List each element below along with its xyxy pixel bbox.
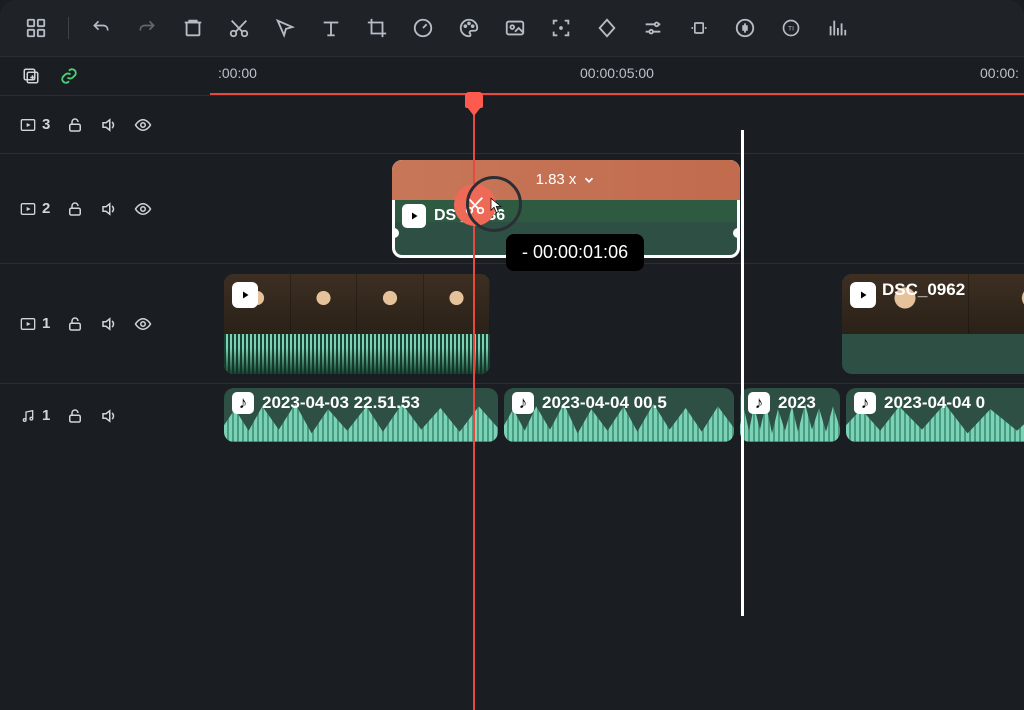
clip-speed-label: 1.83 x (536, 171, 577, 188)
toolbar: TI (0, 0, 1024, 57)
crop-icon[interactable] (363, 14, 391, 42)
secondary-marker[interactable] (741, 130, 744, 616)
track-header-controls (0, 67, 210, 85)
volume-icon[interactable] (100, 200, 118, 218)
volume-icon[interactable] (100, 315, 118, 333)
svg-text:TI: TI (788, 26, 794, 33)
trim-tooltip: - 00:00:01:06 (506, 234, 644, 271)
ruler-tick-0: :00:00 (218, 65, 257, 81)
track-controls-v2: 2 (0, 200, 210, 218)
ruler-tick-right: 00:00: (980, 65, 1019, 81)
audio-clip[interactable]: ♪ 2023 (740, 388, 840, 442)
keyframe-icon[interactable] (593, 14, 621, 42)
track-v1: 1 DSC_0962 (0, 263, 1024, 383)
clip-v1-b[interactable]: DSC_0962 (842, 274, 1024, 374)
visibility-icon[interactable] (134, 315, 152, 333)
clip-title: DSC_0962 (882, 280, 965, 300)
audio-clip-label: 2023 (778, 393, 816, 413)
lane-v2[interactable]: 1.83 x DS _1036 (210, 154, 1024, 264)
volume-icon[interactable] (100, 116, 118, 134)
undo-icon[interactable] (87, 14, 115, 42)
fit-width-icon[interactable] (685, 14, 713, 42)
redo-icon[interactable] (133, 14, 161, 42)
track-v3: 3 (0, 95, 1024, 153)
add-media-icon[interactable] (22, 67, 40, 85)
trash-icon[interactable] (179, 14, 207, 42)
pointer-icon[interactable] (271, 14, 299, 42)
lock-icon[interactable] (66, 116, 84, 134)
play-icon (232, 282, 258, 308)
lane-a1[interactable]: ♪ 2023-04-03 22.51.53 ♪ 2023-04-04 00.5 ♪ 2… (210, 384, 1024, 448)
ruler-tick-5: 00:00:05:00 (580, 65, 654, 81)
focus-icon[interactable] (547, 14, 575, 42)
visibility-icon[interactable] (134, 116, 152, 134)
track-type-video-icon: 2 (20, 200, 50, 217)
audio-wave-icon[interactable] (731, 14, 759, 42)
palette-icon[interactable] (455, 14, 483, 42)
audio-clip-label: 2023-04-04 0 (884, 393, 985, 413)
lock-icon[interactable] (66, 407, 84, 425)
captions-icon[interactable]: TI (777, 14, 805, 42)
clip-thumbnails (224, 274, 490, 334)
clip-handle-left[interactable] (392, 228, 399, 238)
cursor-arrow-icon (488, 194, 506, 216)
track-type-video-icon: 3 (20, 116, 50, 133)
track-controls-a1: 1 (0, 407, 210, 425)
ruler-area[interactable]: :00:00 00:00:05:00 00:00: (210, 57, 1024, 95)
audio-clip-label: 2023-04-04 00.5 (542, 393, 667, 413)
audio-clip[interactable]: ♪ 2023-04-04 00.5 (504, 388, 734, 442)
clip-v1-a[interactable] (224, 274, 490, 374)
track-type-audio-icon: 1 (20, 407, 50, 424)
play-icon (850, 282, 876, 308)
clip-waveform (224, 334, 490, 374)
music-icon: ♪ (854, 392, 876, 414)
clip-speed-bar[interactable]: 1.83 x (392, 160, 740, 200)
lane-v1[interactable]: DSC_0962 (210, 264, 1024, 384)
divider (68, 17, 69, 39)
audio-clip[interactable]: ♪ 2023-04-04 0 (846, 388, 1024, 442)
track-type-video-icon: 1 (20, 315, 50, 332)
music-icon: ♪ (748, 392, 770, 414)
audio-clip[interactable]: ♪ 2023-04-03 22.51.53 (224, 388, 498, 442)
play-icon (402, 204, 426, 228)
track-label: 3 (42, 116, 50, 133)
track-controls-v1: 1 (0, 315, 210, 333)
audio-clip-label: 2023-04-03 22.51.53 (262, 393, 420, 413)
equalizer-icon[interactable] (823, 14, 851, 42)
track-controls-v3: 3 (0, 116, 210, 134)
tracks-area: 3 2 1.83 x (0, 95, 1024, 447)
chevron-down-icon (582, 173, 596, 187)
track-v2: 2 1.83 x (0, 153, 1024, 263)
track-a1: 1 ♪ 2023-04-03 22.51.53 ♪ 2023-04-04 00.5 … (0, 383, 1024, 447)
clip-handle-right[interactable] (733, 228, 740, 238)
cut-icon[interactable] (225, 14, 253, 42)
speed-icon[interactable] (409, 14, 437, 42)
track-label: 2 (42, 200, 50, 217)
track-label: 1 (42, 315, 50, 332)
grid-icon[interactable] (22, 14, 50, 42)
sliders-icon[interactable] (639, 14, 667, 42)
timeline-ruler[interactable]: :00:00 00:00:05:00 00:00: (0, 57, 1024, 95)
visibility-icon[interactable] (134, 200, 152, 218)
link-icon[interactable] (60, 67, 78, 85)
lane-v3[interactable] (210, 96, 1024, 154)
lock-icon[interactable] (66, 315, 84, 333)
image-adjust-icon[interactable] (501, 14, 529, 42)
music-icon: ♪ (232, 392, 254, 414)
text-icon[interactable] (317, 14, 345, 42)
music-icon: ♪ (512, 392, 534, 414)
lock-icon[interactable] (66, 200, 84, 218)
volume-icon[interactable] (100, 407, 118, 425)
track-label: 1 (42, 407, 50, 424)
